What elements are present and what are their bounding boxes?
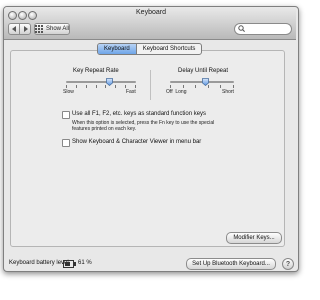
slider-tick [195,85,196,88]
slider-tick [220,85,221,88]
modifier-keys-button[interactable]: Modifier Keys... [226,232,282,244]
slider-tick [66,85,67,88]
slider-tick [76,85,77,88]
delay-repeat-label: Delay Until Repeat [178,68,229,74]
grid-icon [35,25,43,33]
tab-keyboard[interactable]: Keyboard [98,44,137,54]
show-all-label: Show All [46,26,70,32]
slider-tick [233,85,234,88]
key-repeat-min-label: Slow [63,89,74,95]
key-repeat-slider[interactable] [66,77,136,89]
delay-repeat-left-labels: Off Long [166,89,187,95]
key-repeat-label: Key Repeat Rate [73,68,119,74]
battery-icon [63,260,76,268]
slider-tick [135,85,136,88]
slider-thumb-icon[interactable] [202,78,209,86]
back-arrow-icon [11,26,16,32]
slider-tick [115,85,116,88]
slider-tick [125,85,126,88]
forward-button[interactable] [19,23,31,35]
search-field[interactable] [234,23,292,35]
viewer-checkbox[interactable] [62,139,70,147]
key-repeat-max-label: Fast [126,89,136,95]
battery-level-value: 61 % [78,260,92,266]
slider-thumb-icon[interactable] [106,78,113,86]
bluetooth-keyboard-button[interactable]: Set Up Bluetooth Keyboard... [186,258,276,270]
forward-arrow-icon [23,26,28,32]
delay-repeat-slider[interactable] [170,77,234,89]
fkeys-label: Use all F1, F2, etc. keys as standard fu… [72,111,207,117]
tab-keyboard-shortcuts[interactable]: Keyboard Shortcuts [137,44,202,54]
slider-tick [96,85,97,88]
battery-level-label: Keyboard battery level: [9,260,71,266]
show-all-button[interactable]: Show All [34,23,70,35]
slider-tick [170,85,171,88]
viewer-label: Show Keyboard & Character Viewer in menu… [72,139,202,145]
keyboard-settings-panel [10,50,285,247]
slider-divider [150,70,151,100]
fkeys-help-line2: features printed on each key. [72,126,137,132]
slider-tick [183,85,184,88]
slider-tick [86,85,87,88]
fkeys-checkbox[interactable] [62,111,70,119]
title-bar: Keyboard Show All [4,7,296,40]
slider-track [66,81,136,83]
window-title: Keyboard [136,9,166,16]
search-icon [238,25,245,32]
tab-bar: Keyboard Keyboard Shortcuts [97,43,203,55]
search-input[interactable] [247,24,287,34]
help-button[interactable]: ? [282,258,294,270]
delay-repeat-max-label: Short [222,89,234,95]
